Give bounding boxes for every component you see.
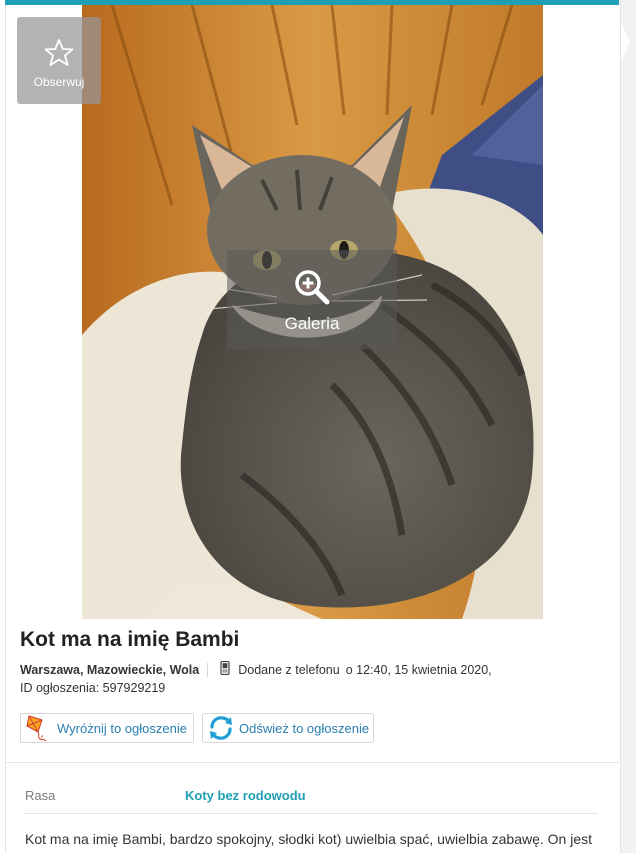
observe-label: Obserwuj (33, 74, 85, 89)
attribute-value-breed[interactable]: Koty bez rodowodu (185, 788, 306, 803)
listing-meta: Warszawa, Mazowieckie, Wola Dodane z tel… (20, 660, 492, 678)
added-via: Dodane z telefonu (238, 662, 340, 677)
refresh-label: Odśwież to ogłoszenie (239, 720, 370, 736)
observe-button[interactable]: Obserwuj (17, 17, 101, 104)
star-icon (44, 38, 74, 66)
listing-description: Kot ma na imię Bambi, bardzo spokojny, s… (25, 831, 593, 847)
section-divider (5, 762, 619, 763)
refresh-button[interactable]: Odśwież to ogłoszenie (202, 713, 374, 743)
zoom-in-icon (295, 269, 330, 304)
gallery-button[interactable]: Galeria (227, 250, 397, 349)
promote-button[interactable]: Wyróżnij to ogłoszenie (20, 713, 194, 743)
page-side-strip (620, 0, 636, 853)
phone-icon (220, 660, 230, 678)
attribute-label-breed: Rasa (25, 788, 56, 803)
kite-icon (21, 714, 57, 742)
listing-title: Kot ma na imię Bambi (20, 628, 240, 651)
meta-divider (207, 662, 209, 677)
gallery-label: Galeria (284, 313, 340, 333)
side-tab (620, 20, 630, 64)
listing-id: ID ogłoszenia: 597929219 (20, 681, 166, 695)
listing-location: Warszawa, Mazowieckie, Wola (20, 662, 200, 677)
refresh-icon (203, 714, 239, 742)
promote-label: Wyróżnij to ogłoszenie (57, 720, 187, 736)
listing-page: Obserwuj Galeria Kot ma na imię Bambi Wa… (0, 0, 636, 853)
added-time: o 12:40, 15 kwietnia 2020, (345, 662, 492, 677)
attribute-divider (25, 813, 598, 814)
